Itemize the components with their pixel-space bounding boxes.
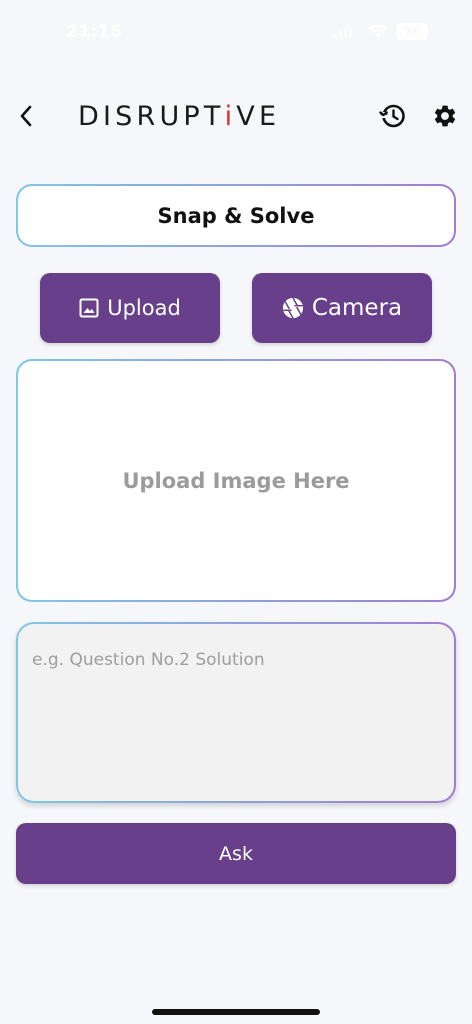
upload-drop-area-inner: Upload Image Here xyxy=(18,361,454,600)
upload-button-label: Upload xyxy=(107,296,181,320)
upload-button[interactable]: Upload xyxy=(40,273,220,343)
history-button[interactable] xyxy=(377,100,409,132)
logo-text-end: VE xyxy=(236,100,281,132)
app-header: DISRUPT i VE xyxy=(0,90,472,142)
logo-text-accent: i xyxy=(224,100,237,132)
title-card: Snap & Solve xyxy=(16,184,456,247)
image-icon xyxy=(79,298,99,318)
chevron-left-icon xyxy=(20,105,32,127)
aperture-icon xyxy=(282,297,304,319)
home-indicator[interactable] xyxy=(152,1009,320,1015)
upload-drop-area[interactable]: Upload Image Here xyxy=(16,359,456,602)
question-box xyxy=(16,622,456,803)
ask-button[interactable]: Ask xyxy=(16,823,456,884)
page-title: Snap & Solve xyxy=(157,203,315,228)
back-button[interactable] xyxy=(10,100,42,132)
history-icon xyxy=(379,104,405,128)
ask-button-label: Ask xyxy=(219,842,253,865)
battery-indicator: 76 xyxy=(396,23,428,40)
title-card-inner: Snap & Solve xyxy=(18,186,454,245)
logo-text-start: DISRUPT xyxy=(78,100,225,132)
status-bar: 21:15 76 xyxy=(0,0,472,64)
question-input[interactable] xyxy=(32,650,440,775)
upload-area-label: Upload Image Here xyxy=(122,468,350,493)
camera-button-label: Camera xyxy=(311,295,403,321)
status-time: 21:15 xyxy=(66,22,123,42)
gear-icon xyxy=(434,105,456,127)
wifi-icon xyxy=(368,24,388,38)
camera-button[interactable]: Camera xyxy=(252,273,432,343)
signal-icon xyxy=(334,26,352,38)
question-box-inner xyxy=(18,624,454,801)
settings-button[interactable] xyxy=(429,100,461,132)
app-logo: DISRUPT i VE xyxy=(78,98,280,134)
